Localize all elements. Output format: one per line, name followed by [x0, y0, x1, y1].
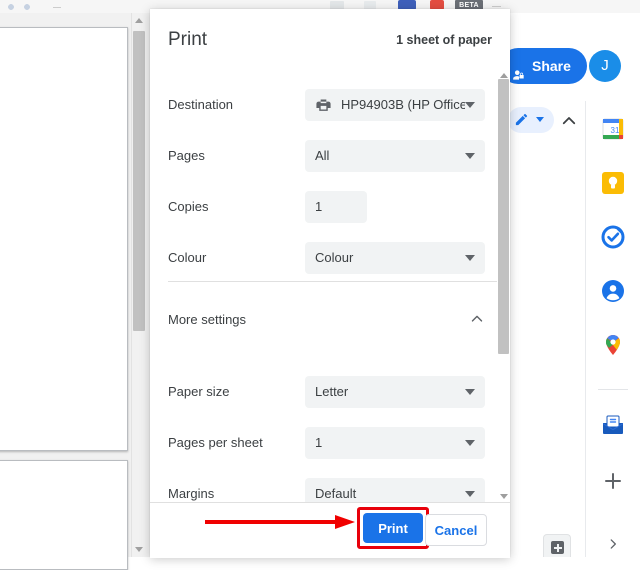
field-row-margins: Margins Default	[150, 468, 497, 502]
field-row-destination: Destination HP94903B (HP Office…	[150, 79, 497, 130]
destination-select[interactable]: HP94903B (HP Office…	[305, 89, 485, 121]
field-row-pages-per-sheet: Pages per sheet 1	[150, 417, 497, 468]
chevron-up-icon	[468, 310, 486, 328]
google-contacts-icon[interactable]	[601, 279, 625, 303]
scroll-down-arrow-icon[interactable]	[135, 547, 143, 552]
pages-label: Pages	[168, 148, 205, 163]
print-preview-area	[0, 13, 150, 557]
google-side-panel: 31	[585, 101, 640, 557]
field-row-pages: Pages All	[150, 130, 497, 181]
print-button-highlight: Print	[357, 507, 429, 549]
print-button[interactable]: Print	[363, 513, 423, 543]
chevron-down-icon[interactable]	[536, 117, 544, 122]
dialog-scrollbar-thumb[interactable]	[498, 79, 509, 354]
back-icon[interactable]	[6, 2, 16, 12]
margins-select[interactable]: Default	[305, 478, 485, 503]
chevron-down-icon	[465, 389, 475, 395]
destination-label: Destination	[168, 97, 233, 112]
pages-per-sheet-select[interactable]: 1	[305, 427, 485, 459]
section-divider	[168, 281, 497, 282]
dialog-scrollbar[interactable]	[497, 71, 510, 502]
colour-select[interactable]: Colour	[305, 242, 485, 274]
hide-side-panel-icon[interactable]	[606, 537, 620, 551]
avatar[interactable]: J	[589, 50, 621, 82]
print-dialog-header: Print 1 sheet of paper	[150, 9, 510, 71]
copies-input[interactable]	[305, 191, 367, 223]
chevron-down-icon	[465, 491, 475, 497]
preview-page	[0, 27, 128, 451]
pages-per-sheet-value: 1	[315, 435, 465, 450]
field-row-copies: Copies	[150, 181, 497, 232]
chevron-down-icon	[465, 102, 475, 108]
forward-icon[interactable]	[22, 2, 32, 12]
page-title: Print	[168, 29, 207, 51]
svg-text:31: 31	[611, 126, 620, 135]
collapse-menus-icon[interactable]	[560, 112, 578, 130]
paper-size-select[interactable]: Letter	[305, 376, 485, 408]
lock-person-icon	[512, 59, 526, 73]
scroll-up-arrow-icon[interactable]	[135, 18, 143, 23]
margins-label: Margins	[168, 486, 214, 501]
preview-scrollbar[interactable]	[131, 13, 147, 557]
add-icon[interactable]	[601, 469, 625, 493]
google-maps-icon[interactable]	[601, 333, 625, 357]
colour-label: Colour	[168, 250, 206, 265]
chevron-down-icon	[465, 255, 475, 261]
field-row-paper-size: Paper size Letter	[150, 366, 497, 417]
copies-label: Copies	[168, 199, 208, 214]
scroll-down-arrow-icon[interactable]	[500, 494, 508, 499]
pages-per-sheet-label: Pages per sheet	[168, 435, 263, 450]
preview-scrollbar-thumb[interactable]	[133, 31, 145, 331]
paper-size-label: Paper size	[168, 384, 229, 399]
paper-size-value: Letter	[315, 384, 465, 399]
pages-select[interactable]: All	[305, 140, 485, 172]
side-panel-divider	[598, 389, 628, 390]
chevron-down-icon	[465, 440, 475, 446]
cancel-button[interactable]: Cancel	[425, 514, 487, 546]
menu-icon[interactable]	[52, 2, 62, 12]
pages-value: All	[315, 148, 465, 163]
share-button-label: Share	[532, 48, 571, 84]
google-workspace-marketplace-icon[interactable]	[601, 413, 625, 437]
google-tasks-icon[interactable]	[601, 225, 625, 249]
google-keep-icon[interactable]	[601, 171, 625, 195]
printer-icon	[315, 96, 332, 113]
print-dialog: Print 1 sheet of paper Destination HP949…	[150, 9, 510, 557]
sheet-summary: 1 sheet of paper	[396, 33, 492, 47]
explore-icon	[551, 541, 564, 554]
field-row-colour: Colour Colour	[150, 232, 497, 283]
chevron-down-icon	[465, 153, 475, 159]
colour-value: Colour	[315, 250, 465, 265]
print-dialog-body: Destination HP94903B (HP Office… Pages A…	[150, 71, 510, 502]
destination-value: HP94903B (HP Office…	[341, 97, 465, 112]
pencil-icon	[514, 112, 529, 127]
more-settings-label: More settings	[168, 312, 246, 327]
google-calendar-icon[interactable]: 31	[601, 117, 625, 141]
margins-value: Default	[315, 486, 465, 501]
more-settings-toggle[interactable]: More settings	[150, 295, 497, 343]
scroll-up-arrow-icon[interactable]	[500, 73, 508, 78]
preview-page	[0, 460, 128, 570]
print-dialog-footer: Print Cancel	[150, 502, 510, 558]
share-button[interactable]: Share	[500, 48, 587, 84]
